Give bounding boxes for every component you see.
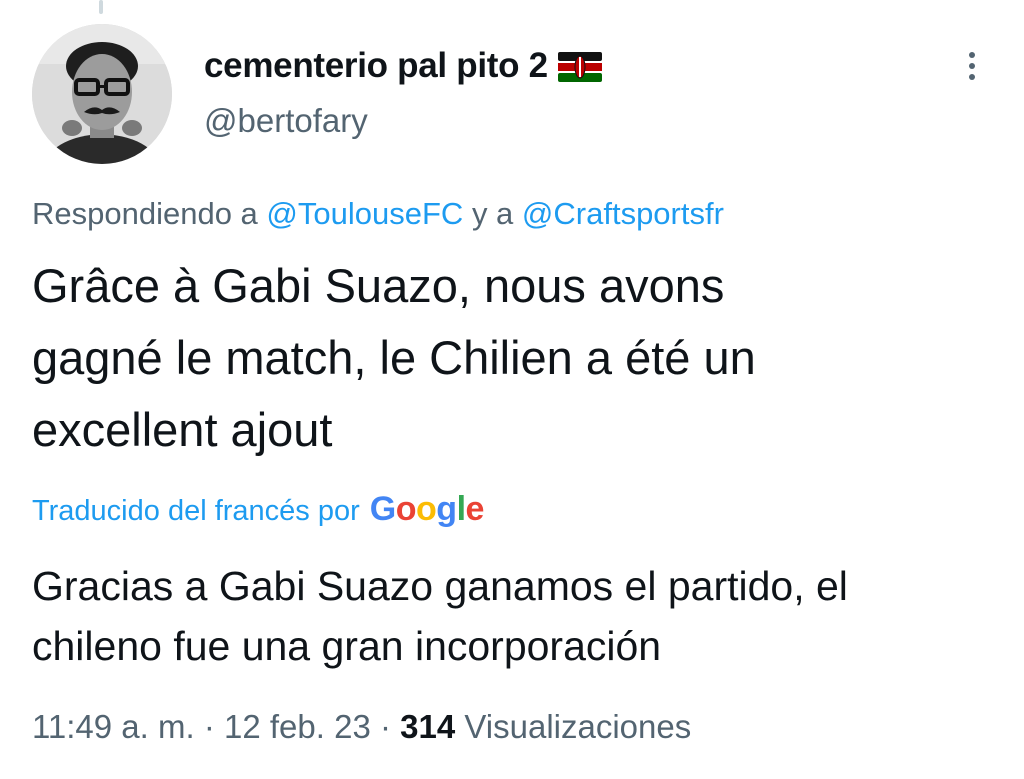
tweet-date-link[interactable]: 12 feb. 23 xyxy=(224,708,371,745)
avatar-photo xyxy=(32,24,172,164)
reply-joiner: y a xyxy=(471,196,514,231)
mention-craftsportsfr-link[interactable]: @Craftsportsfr xyxy=(522,196,724,231)
more-dot xyxy=(969,52,975,58)
tweet-text-line: excellent ajout xyxy=(32,403,333,456)
tweet-text-line: gagné le match, le Chilien a été un xyxy=(32,331,756,384)
tweet-time-link[interactable]: 11:49 a. m. xyxy=(32,708,195,745)
kenya-flag-icon xyxy=(557,52,602,82)
tweet-text: Grâce à Gabi Suazo, nous avons gagné le … xyxy=(32,250,992,466)
meta-separator: · xyxy=(203,708,215,745)
translated-text: Gracias a Gabi Suazo ganamos el partido,… xyxy=(32,556,992,676)
author-handle[interactable]: @bertofary xyxy=(204,102,368,140)
more-vertical-icon[interactable] xyxy=(958,44,986,88)
tweet-text-line: Grâce à Gabi Suazo, nous avons xyxy=(32,259,725,312)
reply-prefix: Respondiendo a xyxy=(32,196,258,231)
more-dot xyxy=(969,74,975,80)
translated-text-line: Gracias a Gabi Suazo ganamos el partido,… xyxy=(32,563,848,609)
author-name-row[interactable]: cementerio pal pito 2 xyxy=(204,46,602,86)
thread-connector-line xyxy=(99,0,103,14)
views-count[interactable]: 314 xyxy=(400,708,455,745)
meta-separator: · xyxy=(379,708,391,745)
google-logo: Google xyxy=(369,490,485,528)
translation-label: Traducido del francés por xyxy=(32,495,360,527)
reply-context: Respondiendo a @ToulouseFC y a @Craftspo… xyxy=(32,196,724,232)
views-label: Visualizaciones xyxy=(464,708,692,745)
tweet-meta: 11:49 a. m. · 12 feb. 23 · 314 Visualiza… xyxy=(32,708,691,746)
author-display-name[interactable]: cementerio pal pito 2 xyxy=(204,46,548,86)
translation-attribution-link[interactable]: Traducido del francés por Google xyxy=(32,490,484,529)
translated-text-line: chileno fue una gran incorporación xyxy=(32,623,662,669)
more-dot xyxy=(969,63,975,69)
mention-toulousefc-link[interactable]: @ToulouseFC xyxy=(266,196,463,231)
avatar[interactable] xyxy=(32,24,172,164)
